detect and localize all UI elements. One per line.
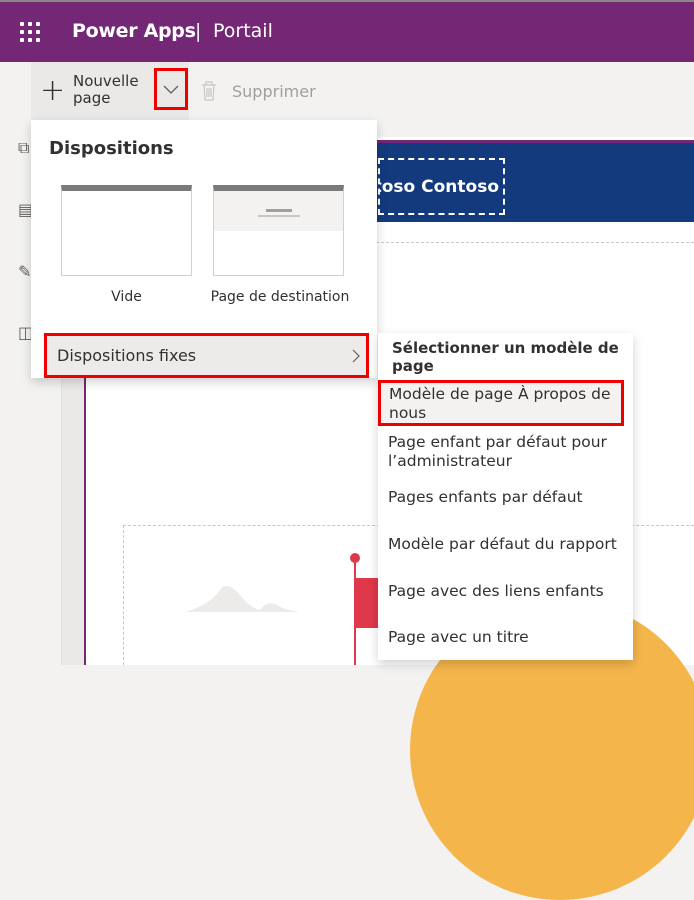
header-separator: | [195,20,202,42]
layouts-title: Dispositions [49,138,174,159]
layout-landing-thumbnail[interactable] [213,185,344,276]
template-item-about-us[interactable]: Modèle de page À propos de nous [378,380,624,426]
app-name[interactable]: Power Apps [72,20,196,42]
new-page-label[interactable]: Nouvelle page [73,73,153,107]
layout-blank-thumbnail[interactable] [61,185,192,276]
delete-button[interactable]: Supprimer [232,82,316,101]
fixed-layouts-item[interactable]: Dispositions fixes [44,333,369,378]
fixed-layouts-label: Dispositions fixes [57,346,197,365]
template-item-child-links[interactable]: Page avec des liens enfants [378,582,633,601]
flag-image [350,553,380,665]
plus-icon: + [40,73,66,108]
template-item-child-pages[interactable]: Pages enfants par défaut [378,488,633,507]
chevron-down-icon [163,85,179,94]
trash-icon [202,81,216,101]
templates-header: Sélectionner un modèle de page [392,339,619,375]
template-item-admin-child[interactable]: Page enfant par défaut pour l’administra… [378,433,628,471]
new-page-dropdown-button[interactable] [154,68,188,110]
layout-blank-label[interactable]: Vide [61,289,192,305]
layout-landing-label[interactable]: Page de destination [205,289,355,305]
template-item-report[interactable]: Modèle par défaut du rapport [378,535,633,554]
mountain-image [185,586,300,612]
chevron-right-icon [352,349,360,362]
section-name: Portail [213,20,273,42]
template-item-title[interactable]: Page avec un titre [378,628,633,647]
site-brand[interactable]: toso Contoso [378,158,505,215]
app-launcher-icon[interactable] [20,22,40,42]
